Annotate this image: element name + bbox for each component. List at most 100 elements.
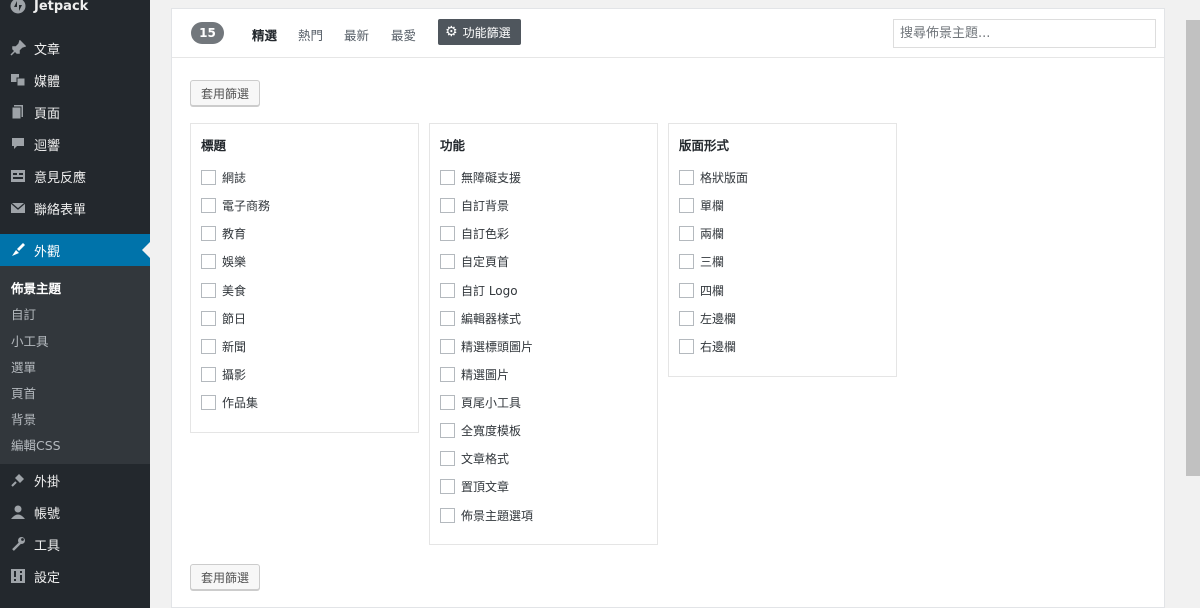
checkbox[interactable] (440, 507, 455, 523)
filter-option-custom-logo[interactable]: 自訂 Logo (440, 282, 518, 298)
filter-option-blog[interactable]: 網誌 (201, 169, 246, 185)
sidebar-item-label: 迴響 (34, 138, 61, 154)
theme-browser-panel: 15 精選 熱門 最新 最愛 ⚙ 功能篩選 套用篩選 標題 網誌 電子商務 教育… (171, 8, 1165, 608)
tab-featured[interactable]: 精選 (252, 25, 277, 44)
submenu-menus[interactable]: 選單 (11, 357, 36, 376)
plugin-icon (8, 472, 28, 488)
media-icon (8, 72, 28, 88)
filter-option-one-column[interactable]: 單欄 (679, 197, 724, 213)
filter-option-custom-colors[interactable]: 自訂色彩 (440, 225, 509, 241)
filter-option-featured-header-image[interactable]: 精選標頭圖片 (440, 338, 533, 354)
checkbox[interactable] (440, 478, 455, 494)
filter-option-four-columns[interactable]: 四欄 (679, 282, 724, 298)
checkbox[interactable] (440, 366, 455, 382)
filter-option-custom-background[interactable]: 自訂背景 (440, 197, 509, 213)
checkbox[interactable] (679, 197, 694, 213)
sidebar-item-jetpack[interactable]: Jetpack (0, 0, 150, 22)
feature-filter-label: 功能篩選 (462, 25, 511, 40)
checkbox[interactable] (440, 169, 455, 185)
submenu-widgets[interactable]: 小工具 (11, 331, 49, 350)
search-themes-input[interactable] (893, 19, 1156, 48)
sidebar-item-pages[interactable]: 頁面 (0, 96, 150, 128)
settings-icon (8, 568, 28, 584)
group-title: 功能 (440, 138, 466, 153)
submenu-themes[interactable]: 佈景主題 (11, 278, 61, 297)
checkbox[interactable] (440, 422, 455, 438)
filter-option-accessibility[interactable]: 無障礙支援 (440, 169, 521, 185)
filter-option-news[interactable]: 新聞 (201, 338, 246, 354)
tab-latest[interactable]: 最新 (344, 25, 369, 44)
checkbox[interactable] (201, 310, 216, 326)
filter-option-left-sidebar[interactable]: 左邊欄 (679, 310, 736, 326)
tab-popular[interactable]: 熱門 (298, 25, 323, 44)
submenu-background[interactable]: 背景 (11, 409, 36, 428)
sidebar-item-tools[interactable]: 工具 (0, 528, 150, 560)
sidebar-item-posts[interactable]: 文章 (0, 32, 150, 64)
sidebar-item-users[interactable]: 帳號 (0, 496, 150, 528)
checkbox[interactable] (201, 394, 216, 410)
tab-favorites[interactable]: 最愛 (391, 25, 416, 44)
checkbox[interactable] (679, 282, 694, 298)
filter-option-sticky-post[interactable]: 置頂文章 (440, 478, 509, 494)
filter-option-footer-widgets[interactable]: 頁尾小工具 (440, 394, 521, 410)
checkbox[interactable] (440, 394, 455, 410)
filter-option-three-columns[interactable]: 三欄 (679, 253, 724, 269)
submenu-edit-css[interactable]: 編輯CSS (11, 435, 61, 454)
filter-option-holiday[interactable]: 節日 (201, 310, 246, 326)
sidebar-item-settings[interactable]: 設定 (0, 560, 150, 592)
apply-filters-button-top[interactable]: 套用篩選 (190, 80, 261, 106)
filter-option-custom-header[interactable]: 自定頁首 (440, 253, 509, 269)
filter-option-full-width-template[interactable]: 全寬度模板 (440, 422, 521, 438)
feedback-icon (8, 168, 28, 184)
checkbox[interactable] (679, 225, 694, 241)
checkbox[interactable] (679, 253, 694, 269)
filter-option-grid-layout[interactable]: 格狀版面 (679, 169, 748, 185)
filter-option-photography[interactable]: 攝影 (201, 366, 246, 382)
checkbox[interactable] (679, 310, 694, 326)
filter-bar: 15 精選 熱門 最新 最愛 ⚙ 功能篩選 (172, 9, 1164, 58)
appearance-icon (8, 242, 28, 258)
filter-option-food[interactable]: 美食 (201, 282, 246, 298)
feature-filter-button[interactable]: ⚙ 功能篩選 (438, 19, 521, 45)
appearance-submenu: 佈景主題 自訂 小工具 選單 頁首 背景 編輯CSS (0, 266, 150, 464)
sidebar-item-media[interactable]: 媒體 (0, 64, 150, 96)
filter-option-ecommerce[interactable]: 電子商務 (201, 197, 270, 213)
checkbox[interactable] (440, 225, 455, 241)
checkbox[interactable] (679, 338, 694, 354)
filter-option-theme-options[interactable]: 佈景主題選項 (440, 507, 533, 523)
checkbox[interactable] (201, 282, 216, 298)
checkbox[interactable] (201, 338, 216, 354)
filter-option-right-sidebar[interactable]: 右邊欄 (679, 338, 736, 354)
checkbox[interactable] (201, 225, 216, 241)
checkbox[interactable] (440, 282, 455, 298)
filter-option-two-columns[interactable]: 兩欄 (679, 225, 724, 241)
checkbox[interactable] (440, 310, 455, 326)
sidebar-item-label: 媒體 (34, 74, 61, 90)
filter-option-entertainment[interactable]: 娛樂 (201, 253, 246, 269)
checkbox[interactable] (440, 197, 455, 213)
checkbox[interactable] (440, 338, 455, 354)
sidebar-item-comments[interactable]: 迴響 (0, 128, 150, 160)
filter-option-post-formats[interactable]: 文章格式 (440, 450, 509, 466)
filter-option-featured-images[interactable]: 精選圖片 (440, 366, 509, 382)
checkbox[interactable] (201, 253, 216, 269)
submenu-customize[interactable]: 自訂 (11, 304, 36, 323)
sidebar-item-contact-form[interactable]: 聯絡表單 (0, 192, 150, 224)
scrollbar-thumb[interactable] (1186, 20, 1200, 476)
checkbox[interactable] (440, 253, 455, 269)
apply-filters-button-bottom[interactable]: 套用篩選 (190, 564, 261, 590)
filter-option-portfolio[interactable]: 作品集 (201, 394, 258, 410)
checkbox[interactable] (201, 197, 216, 213)
sidebar-item-appearance[interactable]: 外觀 (0, 234, 150, 266)
filter-option-editor-style[interactable]: 編輯器樣式 (440, 310, 521, 326)
checkbox[interactable] (679, 169, 694, 185)
checkbox[interactable] (440, 450, 455, 466)
submenu-header[interactable]: 頁首 (11, 383, 36, 402)
filter-option-education[interactable]: 教育 (201, 225, 246, 241)
sidebar-item-label: 聯絡表單 (34, 202, 87, 218)
checkbox[interactable] (201, 366, 216, 382)
sidebar-item-feedback[interactable]: 意見反應 (0, 160, 150, 192)
sidebar-item-plugins[interactable]: 外掛 (0, 464, 150, 496)
checkbox[interactable] (201, 169, 216, 185)
group-title: 版面形式 (679, 138, 730, 153)
